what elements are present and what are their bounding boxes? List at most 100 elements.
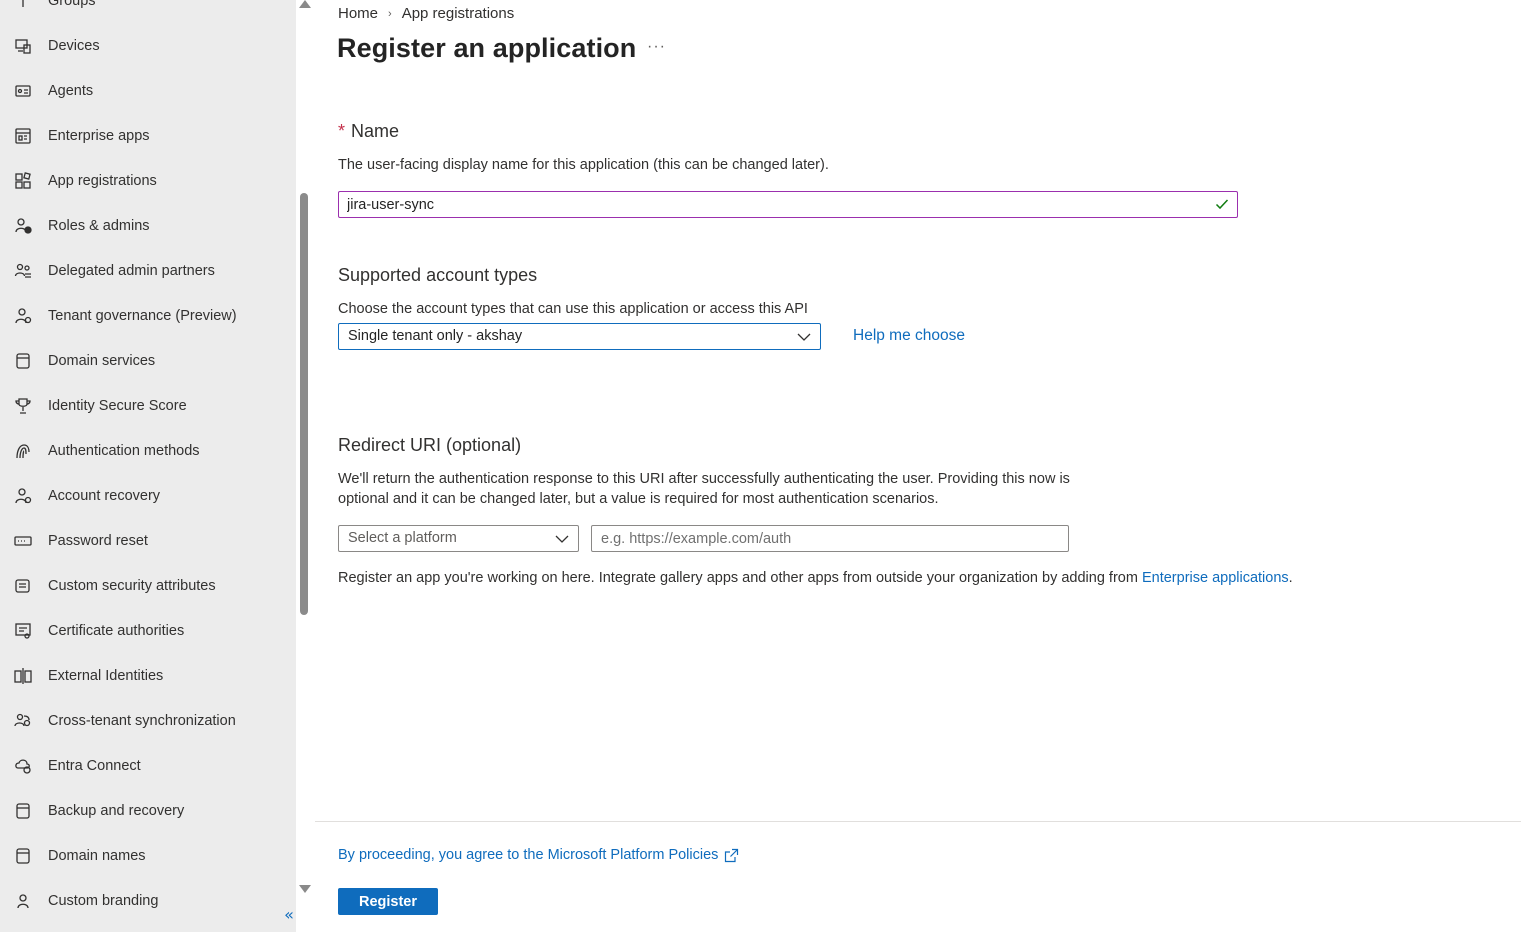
name-field[interactable] xyxy=(338,191,1238,218)
roles-admins-icon xyxy=(14,217,32,235)
collapse-sidebar-icon[interactable]: « xyxy=(279,905,296,925)
sidebar-item-label: Certificate authorities xyxy=(48,622,185,639)
help-me-choose-link[interactable]: Help me choose xyxy=(853,327,965,345)
sidebar-item-label: Custom security attributes xyxy=(48,577,216,594)
password-reset-icon xyxy=(14,532,32,550)
sidebar-item-label: External Identities xyxy=(48,667,164,684)
sidebar-item-label: App registrations xyxy=(48,172,157,189)
agents-icon xyxy=(14,82,32,100)
account-types-dropdown[interactable]: Single tenant only - akshay xyxy=(338,323,821,350)
cross-tenant-icon xyxy=(14,712,32,730)
register-note-text: Register an app you're working on here. … xyxy=(338,570,1142,586)
sidebar-item-devices[interactable]: Devices xyxy=(0,23,296,68)
sidebar-item-certificate-authorities[interactable]: Certificate authorities xyxy=(0,608,296,653)
sidebar-item-label: Tenant governance (Preview) xyxy=(48,307,237,324)
authentication-icon xyxy=(14,442,32,460)
sidebar-item-domain-names[interactable]: Domain names xyxy=(0,833,296,878)
sidebar-item-label: Domain services xyxy=(48,352,156,369)
tenant-governance-icon xyxy=(14,307,32,325)
chevron-down-icon xyxy=(797,333,811,341)
branding-icon xyxy=(14,892,32,910)
register-button[interactable]: Register xyxy=(338,888,438,915)
platform-policies-text: By proceeding, you agree to the Microsof… xyxy=(338,847,719,863)
sidebar-item-label: Roles & admins xyxy=(48,217,150,234)
main-content: Home › App registrations Register an app… xyxy=(315,0,1521,932)
sidebar-item-identity-secure-score[interactable]: Identity Secure Score xyxy=(0,383,296,428)
sidebar-item-password-reset[interactable]: Password reset xyxy=(0,518,296,563)
sidebar-item-label: Enterprise apps xyxy=(48,127,150,144)
platform-placeholder: Select a platform xyxy=(348,530,457,546)
scroll-up-arrow-icon[interactable] xyxy=(299,0,311,8)
breadcrumb: Home › App registrations xyxy=(338,5,514,22)
name-input[interactable] xyxy=(347,192,1207,217)
external-identities-icon xyxy=(14,667,32,685)
chevron-down-icon xyxy=(555,535,569,543)
sidebar-item-authentication-methods[interactable]: Authentication methods xyxy=(0,428,296,473)
sidebar-item-tenant-governance-preview[interactable]: Tenant governance (Preview) xyxy=(0,293,296,338)
sidebar-item-custom-security-attributes[interactable]: Custom security attributes xyxy=(0,563,296,608)
sidebar-item-entra-connect[interactable]: Entra Connect xyxy=(0,743,296,788)
domain-services-icon xyxy=(14,352,32,370)
scroll-down-arrow-icon[interactable] xyxy=(299,885,311,893)
sidebar-item-account-recovery[interactable]: Account recovery xyxy=(0,473,296,518)
enterprise-applications-link[interactable]: Enterprise applications xyxy=(1142,570,1289,586)
sidebar-item-label: Domain names xyxy=(48,847,146,864)
certificate-icon xyxy=(14,622,32,640)
sidebar-item-external-identities[interactable]: External Identities xyxy=(0,653,296,698)
sidebar-item-label: Groups xyxy=(48,0,96,9)
delegated-admin-icon xyxy=(14,262,32,280)
enterprise-apps-icon xyxy=(14,127,32,145)
account-recovery-icon xyxy=(14,487,32,505)
sidebar-item-cross-tenant-synchronization[interactable]: Cross-tenant synchronization xyxy=(0,698,296,743)
sidebar-item-app-registrations[interactable]: App registrations xyxy=(0,158,296,203)
trophy-icon xyxy=(14,397,32,415)
app-registrations-icon xyxy=(14,171,32,190)
account-types-heading: Supported account types xyxy=(338,265,538,285)
sidebar-nav: Groups Devices Agents Enterprise apps App re… xyxy=(0,0,296,932)
redirect-uri-heading: Redirect URI (optional) xyxy=(338,435,522,455)
backup-icon xyxy=(14,802,32,820)
sidebar-item-domain-services[interactable]: Domain services xyxy=(0,338,296,383)
sidebar-item-delegated-admin-partners[interactable]: Delegated admin partners xyxy=(0,248,296,293)
redirect-uri-input[interactable] xyxy=(591,525,1069,552)
page-title: Register an application xyxy=(337,33,637,63)
account-types-selected: Single tenant only - akshay xyxy=(348,328,523,344)
name-description: The user-facing display name for this ap… xyxy=(338,157,829,173)
sidebar-item-backup-and-recovery[interactable]: Backup and recovery xyxy=(0,788,296,833)
required-marker: * xyxy=(338,121,346,141)
sidebar-item-label: Authentication methods xyxy=(48,442,200,459)
sidebar-item-label: Account recovery xyxy=(48,487,161,504)
breadcrumb-home[interactable]: Home xyxy=(338,5,378,22)
sidebar-item-label: Cross-tenant synchronization xyxy=(48,712,236,729)
custom-attributes-icon xyxy=(14,577,32,595)
redirect-uri-description-1: We'll return the authentication response… xyxy=(338,471,1070,487)
platform-policies-link[interactable]: By proceeding, you agree to the Microsof… xyxy=(338,847,739,863)
groups-icon xyxy=(14,0,32,10)
name-heading-label: Name xyxy=(351,121,400,141)
sidebar-item-enterprise-apps[interactable]: Enterprise apps xyxy=(0,113,296,158)
devices-icon xyxy=(14,37,32,55)
sidebar-item-groups[interactable]: Groups xyxy=(0,0,296,23)
domain-names-icon xyxy=(14,847,32,865)
more-options-icon[interactable]: ··· xyxy=(647,38,666,56)
sidebar-item-label: Identity Secure Score xyxy=(48,397,187,414)
sidebar-item-agents[interactable]: Agents xyxy=(0,68,296,113)
footer-divider xyxy=(315,821,1521,822)
sidebar-item-label: Password reset xyxy=(48,532,148,549)
breadcrumb-app-registrations[interactable]: App registrations xyxy=(402,5,515,22)
platform-dropdown[interactable]: Select a platform xyxy=(338,525,579,552)
redirect-uri-description-2: optional and it can be changed later, bu… xyxy=(338,491,939,507)
checkmark-icon xyxy=(1215,199,1229,210)
sidebar-item-label: Backup and recovery xyxy=(48,802,185,819)
breadcrumb-separator-icon: › xyxy=(388,7,392,20)
name-heading: * Name xyxy=(338,121,399,142)
external-link-icon xyxy=(725,848,739,862)
entra-connect-icon xyxy=(14,757,32,775)
sidebar-item-label: Devices xyxy=(48,37,100,54)
scrollbar-thumb[interactable] xyxy=(300,193,308,615)
register-note-suffix: . xyxy=(1288,570,1293,586)
sidebar-item-roles-admins[interactable]: Roles & admins xyxy=(0,203,296,248)
sidebar-item-custom-branding[interactable]: Custom branding xyxy=(0,878,296,923)
account-types-description: Choose the account types that can use th… xyxy=(338,301,808,317)
sidebar-scrollbar[interactable] xyxy=(296,0,315,932)
